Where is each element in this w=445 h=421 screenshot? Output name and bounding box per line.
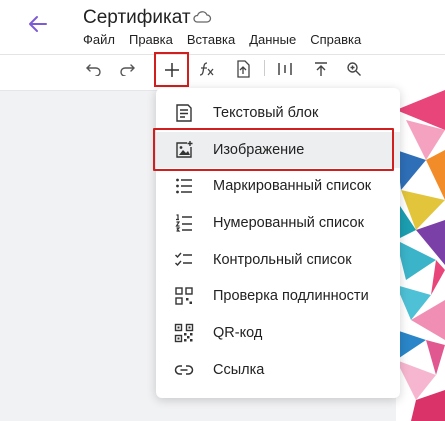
menu-edit[interactable]: Правка: [129, 32, 173, 47]
text-block-icon: [174, 103, 194, 123]
redo-icon[interactable]: [117, 56, 137, 82]
menu-item-link[interactable]: Ссылка: [156, 352, 400, 388]
menu-item-label: Контрольный список: [213, 252, 352, 268]
app-header: Сертификат Файл Правка Вставка Данные Сп…: [0, 0, 445, 90]
menu-item-label: Текстовый блок: [213, 105, 319, 121]
menu-item-numbered-list[interactable]: Нумерованный список: [156, 205, 400, 241]
menu-item-bulleted-list[interactable]: Маркированный список: [156, 168, 400, 204]
toolbar-divider: [0, 54, 445, 55]
qr-code-icon: [174, 323, 194, 343]
authenticity-icon: [174, 286, 194, 306]
menu-item-authenticity[interactable]: Проверка подлинности: [156, 278, 400, 314]
certificate-artwork: [396, 90, 445, 421]
menu-help[interactable]: Справка: [310, 32, 361, 47]
menu-item-label: Проверка подлинности: [213, 288, 369, 304]
link-icon: [174, 360, 194, 380]
back-arrow-icon[interactable]: [24, 10, 52, 38]
menu-item-checklist[interactable]: Контрольный список: [156, 242, 400, 278]
numbered-list-icon: [174, 213, 194, 233]
menu-item-qr-code[interactable]: QR-код: [156, 315, 400, 351]
menu-insert[interactable]: Вставка: [187, 32, 235, 47]
cloud-icon: [192, 10, 212, 26]
menu-item-text-block[interactable]: Текстовый блок: [156, 95, 400, 131]
menu-bar: Файл Правка Вставка Данные Справка: [83, 32, 375, 47]
document-title[interactable]: Сертификат: [83, 7, 191, 29]
menu-data[interactable]: Данные: [249, 32, 296, 47]
menu-item-label: QR-код: [213, 325, 263, 341]
menu-file[interactable]: Файл: [83, 32, 115, 47]
formula-icon[interactable]: [197, 56, 217, 82]
selection-highlight-box: [153, 128, 394, 171]
columns-icon[interactable]: [275, 56, 295, 82]
toolbar-separator: [264, 60, 265, 76]
undo-icon[interactable]: [84, 56, 104, 82]
menu-item-label: Нумерованный список: [213, 215, 364, 231]
align-top-icon[interactable]: [311, 56, 331, 82]
bulleted-list-icon: [174, 176, 194, 196]
zoom-icon[interactable]: [344, 56, 364, 82]
insert-plus-button[interactable]: [154, 52, 189, 87]
plus-icon: [164, 62, 179, 77]
menu-item-label: Маркированный список: [213, 178, 372, 194]
menu-item-label: Ссылка: [213, 362, 265, 378]
checklist-icon: [174, 250, 194, 270]
import-icon[interactable]: [233, 56, 253, 82]
